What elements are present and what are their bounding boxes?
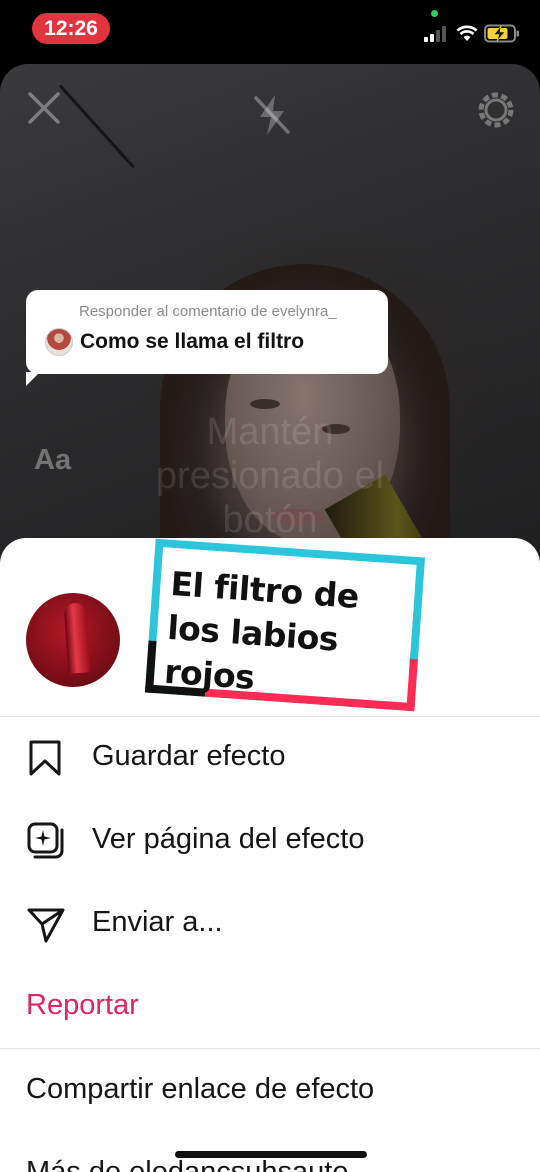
save-effect-label: Guardar efecto <box>92 740 286 772</box>
report-button[interactable]: Reportar <box>0 965 540 1047</box>
send-icon <box>27 908 65 943</box>
more-from-creator-label: Más de eledancsuhsaute <box>26 1156 349 1172</box>
gear-icon[interactable] <box>472 86 520 134</box>
camera-in-use-indicator <box>431 10 438 17</box>
send-to-label: Enviar a... <box>92 906 223 938</box>
share-effect-link-button[interactable]: Compartir enlace de efecto <box>0 1049 540 1131</box>
report-label: Reportar <box>26 989 139 1021</box>
bookmark-icon <box>29 740 61 776</box>
status-bar: 12:26 <box>0 0 540 60</box>
close-icon[interactable] <box>26 90 62 126</box>
hold-to-record-hint: Mantén presionado el botón <box>155 411 385 541</box>
reply-caption: Responder al comentario de evelynra_ <box>79 303 337 320</box>
text-tool-button[interactable]: Aa <box>34 444 71 477</box>
lipstick-image <box>63 602 91 674</box>
wifi-icon <box>456 25 478 41</box>
sticker-text: El filtro de los labios rojos <box>163 563 361 697</box>
text-sticker[interactable]: El filtro de los labios rojos <box>144 538 426 712</box>
view-effect-page-button[interactable]: Ver página del efecto <box>0 799 540 881</box>
reply-comment-text: Como se llama el filtro <box>80 330 305 353</box>
effect-page-icon <box>27 822 64 859</box>
save-effect-button[interactable]: Guardar efecto <box>0 716 540 798</box>
send-to-button[interactable]: Enviar a... <box>0 882 540 964</box>
flash-off-icon[interactable] <box>250 92 294 138</box>
effect-thumbnail <box>26 593 120 687</box>
status-time: 12:26 <box>32 13 110 44</box>
share-effect-link-label: Compartir enlace de efecto <box>26 1073 375 1105</box>
battery-charging-icon <box>484 24 519 43</box>
home-indicator[interactable] <box>175 1151 367 1158</box>
reply-comment-bubble: Responder al comentario de evelynra_ Com… <box>26 290 388 386</box>
commenter-avatar <box>45 328 73 356</box>
cellular-signal-icon <box>424 26 450 42</box>
view-effect-page-label: Ver página del efecto <box>92 823 365 855</box>
